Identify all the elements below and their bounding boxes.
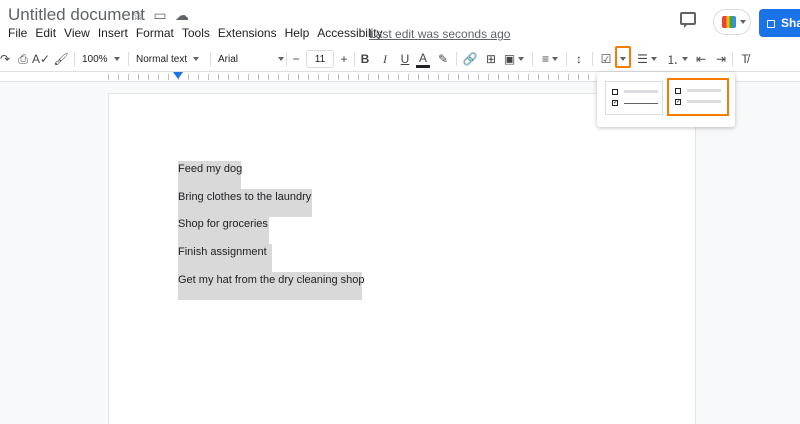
underline-icon[interactable]: U <box>398 50 412 68</box>
increase-font-size-button[interactable]: + <box>338 50 350 68</box>
font-value: Arial <box>218 53 239 65</box>
toolbar: ↷ ⎙ A✓ 🖌 100% Normal text Arial − 11 + B… <box>0 46 800 72</box>
placeholder-line <box>624 90 658 93</box>
placeholder-line <box>687 100 721 103</box>
list-item[interactable]: Get my hat from the dry cleaning shop <box>178 272 364 300</box>
list-item[interactable]: Bring clothes to the laundry <box>178 189 312 217</box>
chevron-down-icon <box>113 57 120 61</box>
menu-insert[interactable]: Insert <box>94 26 132 40</box>
font-size-input[interactable]: 11 <box>306 50 334 68</box>
decrease-font-size-button[interactable]: − <box>290 50 302 68</box>
title-icons: ☆ ▭ ☁ <box>130 7 190 24</box>
decrease-indent-icon[interactable]: ⇤ <box>694 50 708 68</box>
last-edit-link[interactable]: Last edit was seconds ago <box>369 27 510 41</box>
bold-icon[interactable]: B <box>358 50 372 68</box>
share-label: Sha <box>781 16 800 30</box>
chevron-down-icon <box>193 57 200 61</box>
insert-link-icon[interactable]: 🔗 <box>462 50 478 68</box>
increase-indent-icon[interactable]: ⇥ <box>714 50 728 68</box>
star-icon[interactable]: ☆ <box>130 7 146 24</box>
menu-file[interactable]: File <box>0 26 31 40</box>
menu-edit[interactable]: Edit <box>31 26 60 40</box>
move-folder-icon[interactable]: ▭ <box>152 7 168 24</box>
chevron-down-icon <box>740 20 746 24</box>
menu-view[interactable]: View <box>60 26 94 40</box>
checkbox-checked-icon: ✓ <box>612 100 619 106</box>
redo-icon[interactable]: ↷ <box>0 50 10 68</box>
menu-bar: File Edit View Insert Format Tools Exten… <box>0 26 387 40</box>
checklist-icon[interactable]: ☑ <box>598 50 614 68</box>
checkbox-checked-icon: ✓ <box>675 99 682 105</box>
divider <box>286 52 287 66</box>
menu-extensions[interactable]: Extensions <box>214 26 281 40</box>
divider <box>210 52 211 66</box>
align-icon[interactable]: ≡ <box>538 50 562 68</box>
strikethrough-line <box>624 103 658 104</box>
indent-marker[interactable] <box>173 72 183 79</box>
clear-formatting-icon[interactable]: T̸ <box>738 50 752 68</box>
bulleted-list-icon[interactable]: ☰ <box>634 50 660 68</box>
divider <box>456 52 457 66</box>
style-select[interactable]: Normal text <box>136 50 206 68</box>
menu-help[interactable]: Help <box>281 26 314 40</box>
share-button[interactable]: Sha <box>759 9 800 37</box>
meet-button[interactable] <box>713 9 751 35</box>
checklist-plain-option[interactable]: ✓ <box>667 78 729 116</box>
chevron-down-icon <box>650 57 657 61</box>
divider <box>354 52 355 66</box>
checkbox-empty-icon <box>612 89 618 95</box>
meet-icon <box>722 16 736 28</box>
list-item[interactable]: Shop for groceries <box>178 216 269 244</box>
chevron-down-icon <box>681 57 688 61</box>
chevron-down-icon <box>518 57 525 61</box>
print-icon[interactable]: ⎙ <box>16 50 30 68</box>
lock-icon <box>767 20 775 28</box>
divider <box>74 52 75 66</box>
highlight-color-icon[interactable]: ✎ <box>436 50 450 68</box>
font-select[interactable]: Arial <box>218 50 284 68</box>
checklist-menu: ✓ ✓ <box>597 72 735 127</box>
line-spacing-icon[interactable]: ↕ <box>572 50 586 68</box>
top-bar: Untitled document ☆ ▭ ☁ File Edit View I… <box>0 0 800 46</box>
italic-icon[interactable]: I <box>378 50 392 68</box>
zoom-value: 100% <box>82 53 108 65</box>
comment-history-icon[interactable] <box>680 12 696 28</box>
style-value: Normal text <box>136 53 188 65</box>
cloud-saved-icon[interactable]: ☁ <box>174 7 190 24</box>
chevron-down-icon <box>552 57 558 61</box>
insert-image-icon[interactable]: ▣ <box>504 50 525 68</box>
checkbox-empty-icon <box>675 88 681 94</box>
checklist-chevron-highlight <box>615 46 631 68</box>
list-item[interactable]: Finish assignment <box>178 244 272 272</box>
chevron-down-icon <box>278 57 284 61</box>
spellcheck-icon[interactable]: A✓ <box>32 50 50 68</box>
divider <box>566 52 567 66</box>
divider <box>592 52 593 66</box>
numbered-list-icon[interactable]: ⒈ <box>664 50 690 68</box>
divider <box>532 52 533 66</box>
document-page[interactable]: Feed my dog Bring clothes to the laundry… <box>109 94 695 424</box>
zoom-select[interactable]: 100% <box>82 50 124 68</box>
divider <box>732 52 733 66</box>
document-title[interactable]: Untitled document <box>8 5 145 25</box>
checklist-strikethrough-option[interactable]: ✓ <box>605 81 663 115</box>
placeholder-line <box>687 89 721 92</box>
list-item[interactable]: Feed my dog <box>178 161 242 189</box>
text-color-icon[interactable]: A <box>416 50 430 68</box>
menu-tools[interactable]: Tools <box>178 26 214 40</box>
menu-format[interactable]: Format <box>132 26 178 40</box>
divider <box>128 52 129 66</box>
paint-format-icon[interactable]: 🖌 <box>53 50 68 68</box>
add-comment-icon[interactable]: ⊞ <box>484 50 498 68</box>
